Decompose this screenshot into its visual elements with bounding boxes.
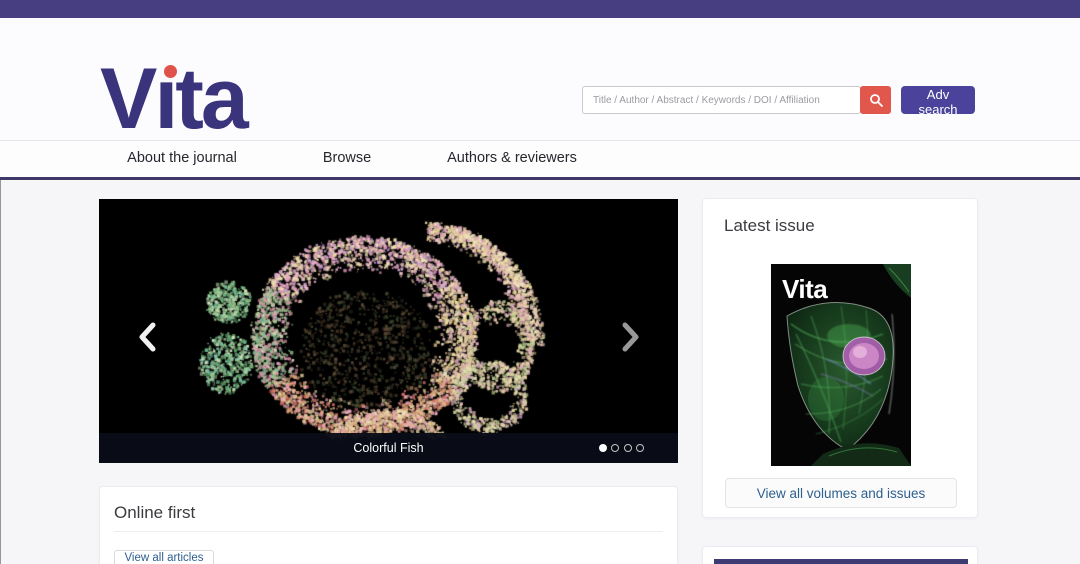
hero-carousel: Colorful Fish — [99, 199, 678, 463]
secondary-card-banner — [714, 559, 968, 564]
logo-dot-icon — [164, 65, 177, 78]
top-accent-bar — [0, 0, 1080, 18]
view-all-volumes-button[interactable]: View all volumes and issues — [725, 478, 957, 508]
nav-item-browse[interactable]: Browse — [323, 150, 371, 166]
carousel-dot-2[interactable] — [611, 444, 619, 452]
view-all-articles-button[interactable]: View all articles › — [114, 550, 214, 564]
nav-underline — [0, 177, 1080, 180]
carousel-next-button[interactable] — [618, 322, 642, 352]
online-first-divider — [114, 531, 663, 532]
secondary-card — [702, 546, 978, 564]
window-left-edge — [0, 180, 1, 564]
nav-item-about-the-journal[interactable]: About the journal — [127, 150, 237, 166]
main-nav: About the journal Browse Authors & revie… — [0, 140, 1080, 177]
latest-issue-heading: Latest issue — [724, 216, 815, 236]
search-button[interactable] — [860, 86, 891, 114]
carousel-dots — [599, 444, 645, 452]
carousel-prev-button[interactable] — [135, 322, 159, 352]
online-first-card: Online first View all articles › — [99, 486, 678, 564]
carousel-caption-bar: Colorful Fish — [99, 433, 678, 463]
nav-item-authors-reviewers[interactable]: Authors & reviewers — [447, 150, 577, 166]
carousel-dot-4[interactable] — [636, 444, 644, 452]
latest-issue-cover-image[interactable]: Vita — [771, 264, 911, 466]
journal-logo[interactable]: Vıta — [100, 54, 246, 144]
carousel-slide-image-colorful-fish — [99, 199, 678, 463]
search-icon — [869, 93, 883, 107]
journal-homepage: Vıta Adv search About the journal Browse… — [0, 0, 1080, 564]
chevron-right-icon — [622, 322, 639, 352]
latest-issue-card: Latest issue — [702, 198, 978, 518]
carousel-dot-1[interactable] — [599, 444, 607, 452]
search-input[interactable] — [582, 86, 861, 114]
cover-title: Vita — [782, 274, 828, 304]
online-first-heading: Online first — [114, 503, 195, 523]
advanced-search-button[interactable]: Adv search — [901, 86, 975, 114]
chevron-left-icon — [139, 322, 156, 352]
carousel-caption: Colorful Fish — [99, 433, 678, 463]
carousel-dot-3[interactable] — [624, 444, 632, 452]
site-header: Vıta Adv search — [0, 18, 1080, 140]
